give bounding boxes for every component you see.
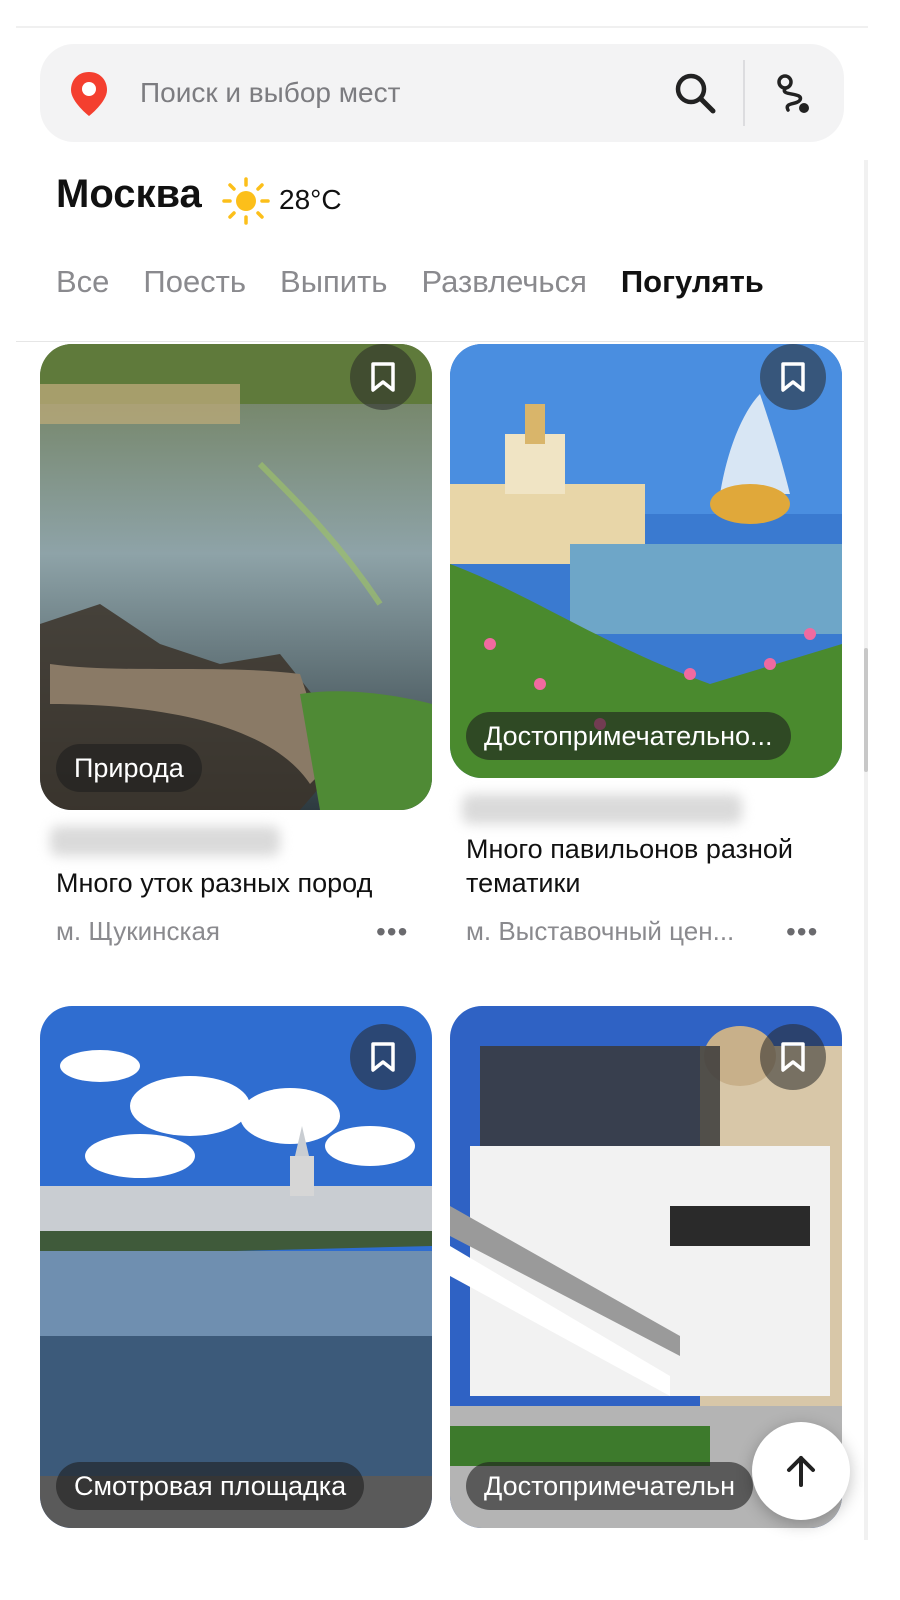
tab-eat[interactable]: Поесть [143,264,246,300]
category-tabs: Все Поесть Выпить Развлечься Погулять [56,264,764,300]
bookmark-icon [781,362,805,392]
header-divider [16,341,868,342]
search-separator [743,60,745,126]
tab-walk[interactable]: Погулять [621,264,764,300]
more-options-icon[interactable]: ••• [786,916,818,948]
sun-icon [222,177,270,225]
search-placeholder[interactable]: Поиск и выбор мест [140,77,400,109]
bookmark-button[interactable] [760,1024,826,1090]
route-icon[interactable] [770,72,818,116]
tab-drink[interactable]: Выпить [280,264,387,300]
city-title: Москва [56,172,202,216]
scroll-to-top-button[interactable] [752,1422,850,1520]
pond-photo [40,344,432,810]
blurred-name [50,826,280,856]
top-divider [16,26,868,28]
place-card-image[interactable]: Природа [40,344,432,810]
bookmark-icon [371,362,395,392]
bookmark-button[interactable] [350,1024,416,1090]
card-metro: м. Щукинская [56,916,221,946]
bookmark-button[interactable] [350,344,416,410]
more-options-icon[interactable]: ••• [376,916,408,948]
tab-all[interactable]: Все [56,264,109,300]
blurred-name [462,794,742,824]
bookmark-button[interactable] [760,344,826,410]
category-chip: Смотровая площадка [56,1462,365,1510]
scrollbar-track[interactable] [864,160,868,1540]
scrollbar-thumb[interactable] [864,648,868,772]
tab-entertain[interactable]: Развлечься [421,264,586,300]
card-title[interactable]: Много уток разных пород [56,866,416,900]
map-pin-icon [71,72,107,116]
place-card-image[interactable]: Достопримечательно... [450,344,842,778]
category-chip: Достопримечательно... [466,712,791,760]
bookmark-icon [781,1042,805,1072]
place-card-image[interactable]: Смотровая площадка [40,1006,432,1528]
temperature: 28°C [279,184,342,215]
search-bar[interactable]: Поиск и выбор мест [40,44,844,142]
bookmark-icon [371,1042,395,1072]
search-icon[interactable] [672,70,718,116]
category-chip: Природа [56,744,202,792]
card-title[interactable]: Много павильонов разной тематики [466,832,836,900]
category-chip: Достопримечательн [466,1462,753,1510]
card-metro: м. Выставочный цен... [466,916,735,946]
arrow-up-icon [787,1456,815,1487]
